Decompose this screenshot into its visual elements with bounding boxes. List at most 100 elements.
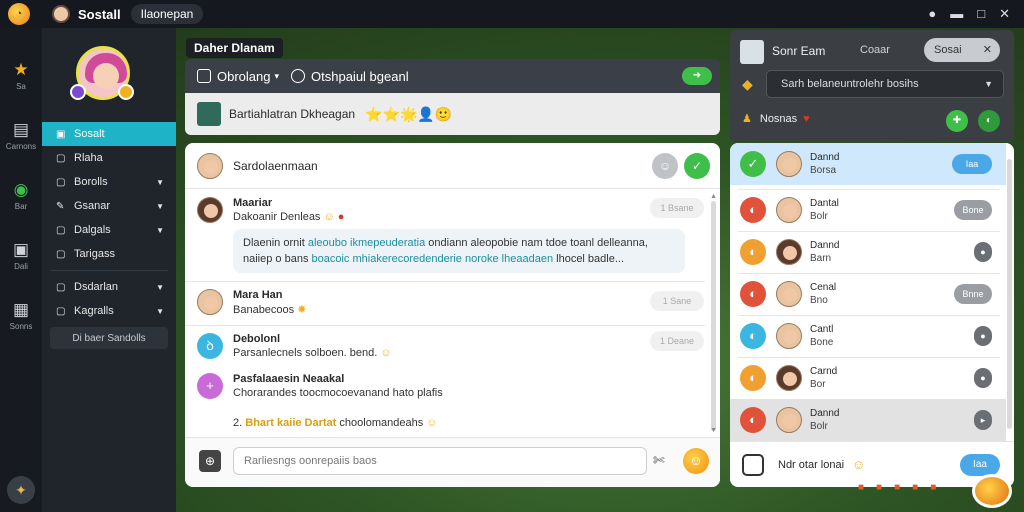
member-action-button[interactable]: ●: [974, 242, 992, 262]
compass-icon[interactable]: ✦: [7, 476, 35, 504]
box-icon: ▦: [12, 300, 30, 319]
avatar[interactable]: [776, 239, 802, 265]
plus-user-icon[interactable]: +: [197, 373, 223, 399]
list-item[interactable]: ◐ Dannd Barn ●: [730, 231, 1006, 273]
user-icon[interactable]: ꝺ: [197, 333, 223, 359]
chevron-down-icon: ▼: [156, 225, 164, 235]
sidebar-item-tarigass[interactable]: ▢ Tarigass: [42, 242, 176, 266]
tab-secondary[interactable]: Otshpaiul bgeanl: [291, 69, 409, 84]
avatar[interactable]: [776, 407, 802, 433]
message-item: Maariar Dakoanir Denleas ☺ ● Dlaenin orn…: [197, 197, 697, 273]
rail-item-globe[interactable]: ◉ Bar: [0, 180, 42, 211]
message-input[interactable]: [233, 447, 647, 475]
chat-bubble-icon[interactable]: [742, 453, 764, 476]
sidebar-item-rlaha[interactable]: ▢ Rlaha: [42, 146, 176, 170]
sidebar-item-sosalt[interactable]: ▣ Sosalt: [42, 122, 176, 146]
avatar[interactable]: [776, 281, 802, 307]
list-item[interactable]: ◐ Dantal Bolr Bone: [730, 189, 1006, 231]
chat-panel: Sardolaenmaan ☺ ✓ Maariar Dakoanir Denle…: [185, 143, 720, 487]
sidebar-item-kagralls[interactable]: ▢ Kagralls ▼: [42, 299, 176, 323]
member-action-button[interactable]: ●: [974, 326, 992, 346]
rail-item-doc[interactable]: ▤ Carnons: [0, 120, 42, 151]
square-icon: ▢: [56, 305, 66, 317]
status-icon: ◐: [740, 281, 766, 307]
member-action-button[interactable]: ▸: [974, 410, 992, 430]
chat-partner-name: Sardolaenmaan: [233, 158, 318, 173]
member-action-button[interactable]: Bone: [954, 200, 992, 220]
divider: [50, 270, 168, 271]
checkbox-icon[interactable]: [197, 69, 211, 83]
scroll-down-icon[interactable]: ▼: [710, 427, 717, 434]
avatar[interactable]: [197, 197, 223, 223]
list-item[interactable]: ◐ Cenal Bno Bnne: [730, 273, 1006, 315]
square-icon: ▢: [56, 224, 66, 236]
rail-item-box[interactable]: ▦ Sonns: [0, 300, 42, 331]
square-icon: ▢: [56, 248, 66, 260]
sidebar-footer-button[interactable]: Di baer Sandolls: [50, 327, 168, 349]
chevron-down-icon[interactable]: ▾: [274, 71, 279, 82]
more-button[interactable]: ◐: [978, 110, 1000, 132]
message-author: Mara Han: [233, 289, 283, 301]
paperclip-icon[interactable]: ✄: [653, 452, 665, 469]
status-icon: ◐: [740, 407, 766, 433]
status-icon: ◐: [740, 365, 766, 391]
confirm-button[interactable]: ✓: [684, 153, 710, 179]
tray-icon[interactable]: ■: [876, 482, 882, 493]
sidebar-item-borolls[interactable]: ▢ Borolls ▼: [42, 170, 176, 194]
tray-icon[interactable]: ■: [894, 482, 900, 493]
window-icon[interactable]: ▬: [950, 6, 963, 22]
sidebar-item-dalgals[interactable]: ▢ Dalgals ▼: [42, 218, 176, 242]
app-tab[interactable]: Ilaonepan: [130, 4, 204, 24]
avatar[interactable]: [740, 40, 764, 64]
smile-icon: ☺: [426, 417, 438, 429]
list-item[interactable]: ◐ Cantl Bone ●: [730, 315, 1006, 357]
group-select[interactable]: Sarh belaneuntrolehr bosihs ▼: [766, 70, 1004, 98]
avatar[interactable]: [776, 151, 802, 177]
scroll-up-icon[interactable]: ▲: [710, 193, 717, 200]
member-action-button[interactable]: Bnne: [954, 284, 992, 304]
search-icon[interactable]: ●: [928, 6, 936, 22]
message-item: 2. Bhart kaiie Dartat choolomandeahs ☺: [197, 415, 697, 429]
icon-rail: ★ Sa ▤ Carnons ◉ Bar ▣ Dali ▦ Sonns ✦: [0, 28, 42, 512]
sidebar-item-dsdarlan[interactable]: ▢ Dsdarlan ▼: [42, 275, 176, 299]
avatar[interactable]: [197, 152, 223, 179]
chevron-down-icon: ▼: [156, 177, 164, 187]
tray-icon[interactable]: ■: [930, 482, 936, 493]
sidebar-item-gsanar[interactable]: ✎ Gsanar ▼: [42, 194, 176, 218]
avatar[interactable]: [776, 197, 802, 223]
add-button[interactable]: ✚: [946, 110, 968, 132]
avatar[interactable]: [776, 323, 802, 349]
member-action-button[interactable]: ●: [974, 368, 992, 388]
status-icon: ✓: [740, 151, 766, 177]
avatar[interactable]: [52, 5, 70, 23]
tab-obrolang[interactable]: Obrolang: [217, 69, 270, 84]
footer-action-button[interactable]: Iaa: [960, 454, 1000, 476]
avatar[interactable]: [776, 365, 802, 391]
member-action-button[interactable]: Iaa: [952, 154, 992, 174]
scrollbar[interactable]: [711, 201, 716, 431]
rail-item-chat[interactable]: ▣ Dali: [0, 240, 42, 271]
list-item[interactable]: ◐ Dannd Bolr ▸: [730, 399, 1006, 441]
close-icon[interactable]: ✕: [999, 6, 1010, 22]
send-button[interactable]: ☺: [683, 448, 709, 474]
message-item: + Pasfalaaesin Neaakal Chorarandes toocm…: [197, 373, 697, 399]
list-item[interactable]: ◐ Carnd Bor ●: [730, 357, 1006, 399]
launcher-button[interactable]: [972, 474, 1012, 508]
list-item[interactable]: ✓ Dannd Borsa Iaa: [730, 143, 1006, 185]
close-icon[interactable]: ✕: [983, 38, 992, 62]
avatar[interactable]: [197, 102, 221, 126]
attach-button[interactable]: ⊕: [199, 450, 221, 472]
toggle-button[interactable]: ➜: [682, 67, 712, 85]
scrollbar[interactable]: [1007, 159, 1012, 429]
heart-icon: ♥: [803, 112, 810, 125]
smile-icon: ☺: [323, 211, 335, 223]
avatar[interactable]: [197, 289, 223, 315]
tray-icon[interactable]: ■: [858, 482, 864, 493]
rail-item-star[interactable]: ★ Sa: [0, 60, 42, 91]
message-text: Parsanlecnels solboen. bend. ☺: [233, 347, 392, 359]
group-chip[interactable]: Sosai ✕: [924, 38, 1000, 62]
tray-icon[interactable]: ■: [912, 482, 918, 493]
message-item: Mara Han Banabecoos ✸: [197, 289, 697, 316]
emoji-button[interactable]: ☺: [652, 153, 678, 179]
maximize-icon[interactable]: □: [977, 6, 985, 22]
